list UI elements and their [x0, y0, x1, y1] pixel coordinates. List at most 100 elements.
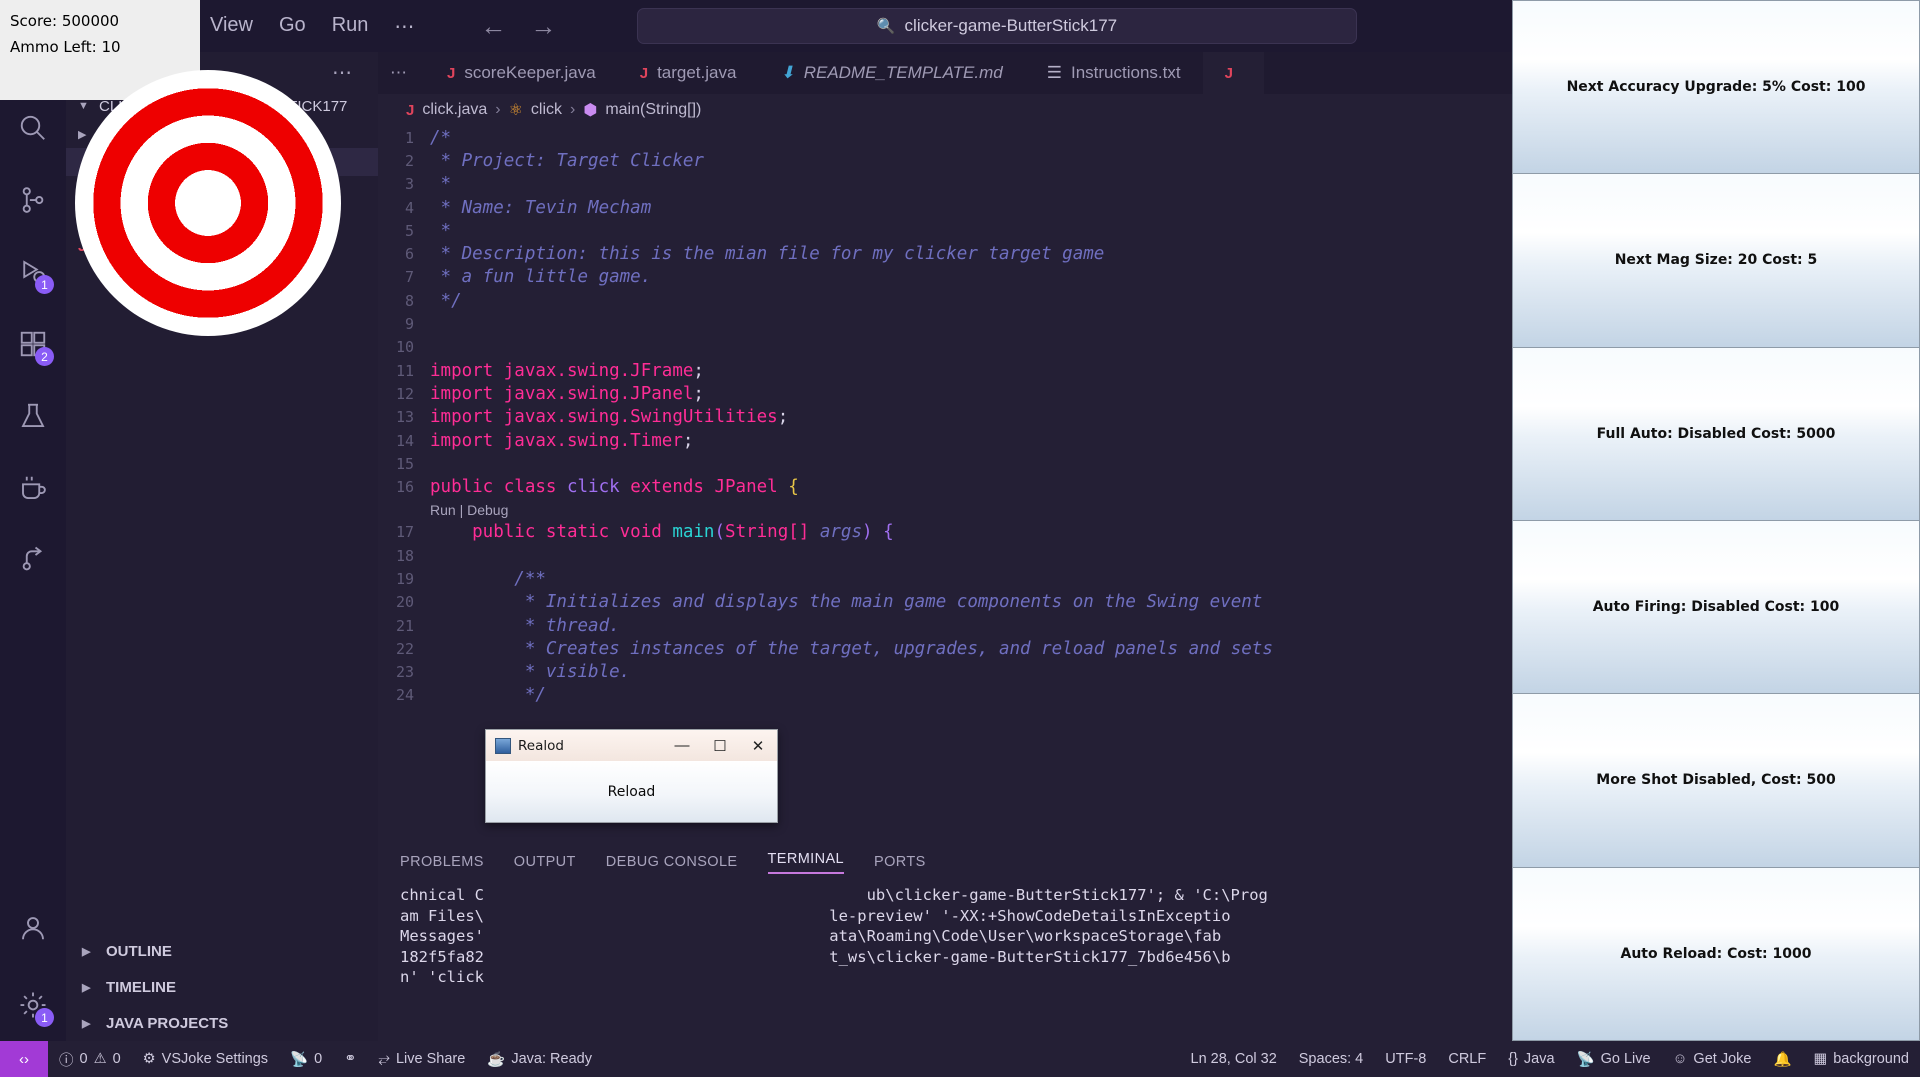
- text-file-icon: ☰: [1046, 63, 1062, 82]
- line-number: 12: [395, 384, 414, 403]
- activity-remote-explorer[interactable]: [0, 524, 66, 596]
- status-java-ready[interactable]: ☕ Java: Ready: [476, 1051, 603, 1068]
- menu-more[interactable]: ⋯: [394, 14, 414, 39]
- line-number: 16: [395, 478, 414, 497]
- tab-label: README_TEMPLATE.md: [803, 63, 1003, 82]
- command-center-search[interactable]: 🔍 clicker-game-ButterStick177: [637, 8, 1357, 44]
- reload-dialog[interactable]: Realod — ☐ ✕ Reload: [485, 729, 778, 823]
- game-upgrades-panel[interactable]: Next Accuracy Upgrade: 5% Cost: 100 Next …: [1512, 0, 1920, 1041]
- tab-instructions-txt[interactable]: ☰ Instructions.txt: [1025, 52, 1203, 94]
- status-label: background: [1833, 1051, 1909, 1067]
- reload-button[interactable]: Reload: [599, 781, 665, 803]
- status-language-mode[interactable]: {} Java: [1497, 1051, 1565, 1067]
- line-number: 21: [395, 616, 414, 635]
- tab-target-java[interactable]: J target.java: [618, 52, 759, 94]
- breadcrumb-method[interactable]: main(String[]): [605, 101, 701, 119]
- line-number: 9: [404, 315, 414, 334]
- status-bar[interactable]: ‹› ⓘ 0 ⚠ 0 ⚙ VSJoke Settings 📡 0 ⚭ ⥂ Liv…: [0, 1041, 1920, 1077]
- menu-view[interactable]: View: [210, 14, 253, 39]
- chevron-right-icon: ›: [570, 101, 576, 118]
- warning-count: 0: [112, 1051, 121, 1067]
- remote-explorer-icon: [22, 546, 43, 571]
- coffee-icon: ☕: [487, 1051, 506, 1068]
- close-icon[interactable]: ✕: [739, 730, 777, 761]
- line-number: 2: [404, 151, 414, 170]
- upgrade-button-3[interactable]: Auto Firing: Disabled Cost: 100: [1512, 520, 1920, 695]
- code-text: import javax.swing.SwingUtilities;: [430, 407, 789, 428]
- breadcrumb-class[interactable]: click: [531, 101, 562, 119]
- panel-tab-problems[interactable]: PROBLEMS: [400, 854, 484, 870]
- status-vsjoke-settings[interactable]: ⚙ VSJoke Settings: [132, 1051, 279, 1067]
- sidebar-section-timeline[interactable]: ▶ TIMELINE: [66, 969, 378, 1005]
- activity-search[interactable]: [0, 92, 66, 164]
- menu-go[interactable]: Go: [279, 14, 306, 39]
- more-actions-icon[interactable]: ⋯: [332, 60, 352, 85]
- tab-readme-template-md[interactable]: ⬇ README_TEMPLATE.md: [758, 52, 1024, 94]
- breadcrumb-file[interactable]: click.java: [422, 101, 487, 119]
- activity-extensions[interactable]: 2: [0, 308, 66, 380]
- bell-icon: 🔔: [1773, 1051, 1792, 1068]
- status-problems[interactable]: ⓘ 0 ⚠ 0: [48, 1049, 132, 1070]
- code-text: *: [430, 174, 452, 195]
- activity-run-and-debug[interactable]: 1: [0, 236, 66, 308]
- panel-tab-output[interactable]: OUTPUT: [514, 854, 576, 870]
- panel-tab-debug-console[interactable]: DEBUG CONSOLE: [606, 854, 738, 870]
- panel-tab-ports[interactable]: PORTS: [874, 854, 926, 870]
- arrow-right-icon[interactable]: →: [530, 11, 556, 42]
- panel-tab-terminal[interactable]: TERMINAL: [767, 851, 845, 874]
- activity-bar[interactable]: 1 2 1: [0, 52, 66, 1041]
- java-icon: J: [639, 64, 649, 82]
- chevron-right-icon: ▶: [82, 945, 91, 958]
- status-get-joke[interactable]: ☺ Get Joke: [1662, 1051, 1763, 1067]
- sidebar-section-outline[interactable]: ▶ OUTLINE: [66, 933, 378, 969]
- status-label: Live Share: [395, 1051, 466, 1067]
- dialog-body: Reload: [486, 761, 777, 822]
- class-icon: ⚛: [508, 102, 523, 119]
- activity-accounts[interactable]: [0, 897, 66, 969]
- maximize-icon[interactable]: ☐: [701, 730, 739, 761]
- status-eol[interactable]: CRLF: [1437, 1051, 1497, 1067]
- line-number: 17: [395, 523, 414, 542]
- sidebar-section-java-projects[interactable]: ▶ JAVA PROJECTS: [66, 1005, 378, 1041]
- upgrade-button-4[interactable]: More Shot Disabled, Cost: 500: [1512, 694, 1920, 868]
- activity-testing[interactable]: [0, 380, 66, 452]
- menu-run[interactable]: Run: [332, 14, 369, 39]
- status-indentation[interactable]: Spaces: 4: [1288, 1051, 1375, 1067]
- status-live-share[interactable]: ⥂ Live Share: [367, 1051, 476, 1067]
- status-cursor-position[interactable]: Ln 28, Col 32: [1180, 1051, 1288, 1067]
- account-icon: [22, 917, 44, 940]
- bullseye-target[interactable]: [75, 70, 341, 336]
- status-label: Get Joke: [1693, 1051, 1752, 1067]
- status-bar-right[interactable]: Ln 28, Col 32 Spaces: 4 UTF-8 CRLF {} Ja…: [1180, 1051, 1920, 1068]
- code-text: *: [430, 220, 452, 241]
- code-text: import javax.swing.Timer;: [430, 430, 694, 451]
- status-debug-alt[interactable]: ⚭: [333, 1051, 367, 1067]
- java-icon: J: [1224, 64, 1233, 82]
- menu-bar[interactable]: View Go Run ⋯: [210, 14, 414, 39]
- debug-alt-icon: ⚭: [344, 1051, 357, 1067]
- tab-label: Instructions.txt: [1070, 63, 1181, 82]
- status-go-live[interactable]: 📡 Go Live: [1566, 1051, 1662, 1068]
- activity-settings[interactable]: 1: [0, 969, 66, 1041]
- java-icon: J: [447, 64, 456, 82]
- status-label: Java: Ready: [511, 1051, 592, 1067]
- status-broadcast[interactable]: 📡 0: [279, 1051, 333, 1068]
- remote-window-icon[interactable]: ‹›: [0, 1041, 48, 1077]
- dialog-window-controls[interactable]: — ☐ ✕: [663, 730, 777, 761]
- upgrade-button-0[interactable]: Next Accuracy Upgrade: 5% Cost: 100: [1512, 0, 1920, 175]
- upgrade-button-2[interactable]: Full Auto: Disabled Cost: 5000: [1512, 347, 1920, 521]
- tab-scorekeeper-java[interactable]: J scoreKeeper.java: [425, 52, 618, 94]
- activity-source-control[interactable]: [0, 164, 66, 236]
- arrow-left-icon[interactable]: ←: [480, 11, 506, 42]
- status-background-layout[interactable]: ▦ background: [1803, 1051, 1920, 1067]
- status-encoding[interactable]: UTF-8: [1374, 1051, 1437, 1067]
- minimize-icon[interactable]: —: [663, 730, 701, 761]
- upgrade-button-1[interactable]: Next Mag Size: 20 Cost: 5: [1512, 174, 1920, 348]
- line-number: 4: [404, 198, 414, 217]
- upgrade-button-5[interactable]: Auto Reload: Cost: 1000: [1512, 867, 1920, 1041]
- tab-click-java[interactable]: J: [1202, 52, 1264, 94]
- navigation-arrows[interactable]: ← →: [480, 11, 556, 42]
- status-notifications[interactable]: 🔔: [1762, 1051, 1802, 1068]
- editor-more-actions[interactable]: ⋯: [378, 52, 425, 94]
- activity-java-projects[interactable]: [0, 452, 66, 524]
